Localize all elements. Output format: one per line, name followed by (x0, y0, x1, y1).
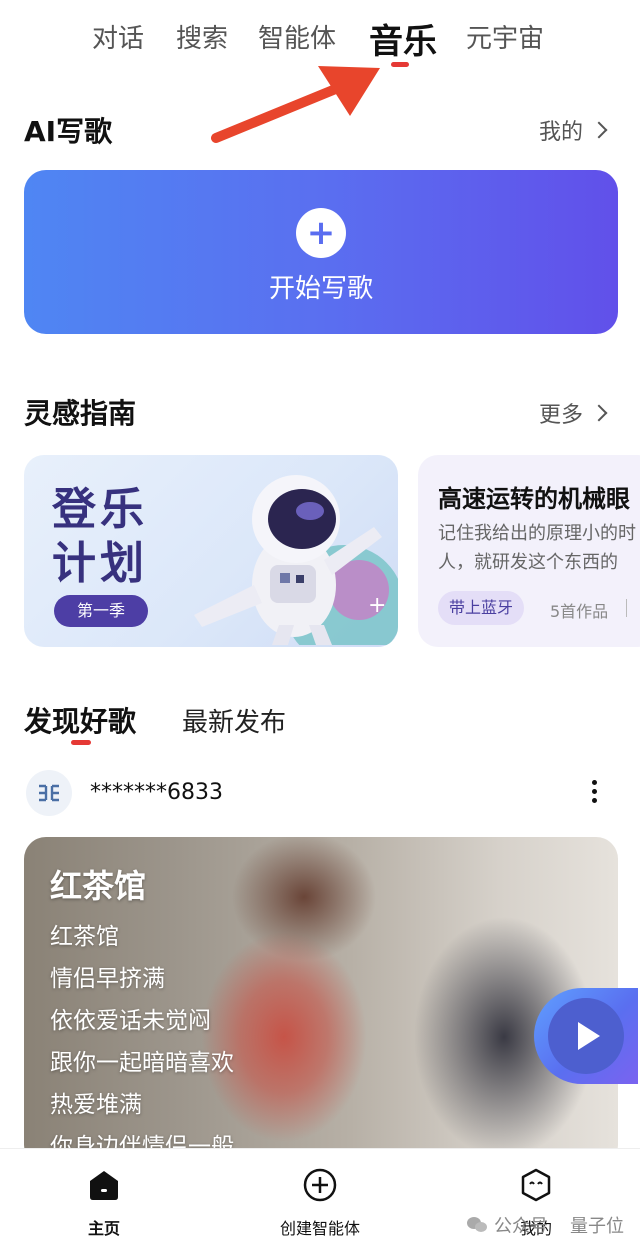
divider (626, 599, 627, 617)
song-title: 红茶馆 (50, 867, 147, 905)
astronaut-illustration (194, 475, 398, 645)
music-plan-title: 登乐 计划 (52, 484, 148, 589)
avatar[interactable] (26, 770, 72, 816)
tab-metaverse[interactable]: 元宇宙 (466, 18, 544, 55)
my-songs-link[interactable]: 我的 (539, 114, 608, 146)
card-tag: 带上蓝牙 (438, 591, 524, 625)
profile-icon (521, 1168, 551, 1202)
active-tab-indicator (391, 62, 409, 67)
discover-tab-indicator (71, 740, 91, 745)
plus-icon: + (296, 208, 346, 258)
watermark-text-left: 公众号 (494, 1216, 548, 1237)
tab-latest[interactable]: 最新发布 (182, 702, 286, 739)
my-songs-label: 我的 (539, 120, 584, 145)
song-card[interactable]: 红茶馆 红茶馆 情侣早挤满 依依爱话未觉闷 跟你一起暗暗喜欢 热爱堆满 你身边伴… (24, 837, 618, 1167)
nav-home-label: 主页 (87, 1219, 120, 1238)
more-inspiration-link[interactable]: 更多 (539, 397, 608, 429)
nav-home[interactable]: 主页 (72, 1167, 136, 1239)
lyric-line: 情侣早挤满 (50, 966, 165, 992)
works-count: 5首作品 (550, 602, 609, 621)
lyric-line: 热爱堆满 (50, 1092, 142, 1118)
tab-discover[interactable]: 发现好歌 (24, 700, 136, 740)
card-title: 高速运转的机械眼 (438, 485, 630, 513)
play-button[interactable] (534, 988, 638, 1084)
lyric-line: 红茶馆 (50, 924, 119, 950)
tab-search[interactable]: 搜索 (176, 18, 228, 55)
inspiration-title: 灵感指南 (24, 397, 137, 430)
wechat-icon (467, 1217, 487, 1232)
tab-chat[interactable]: 对话 (92, 18, 144, 55)
lyric-line: 跟你一起暗暗喜欢 (50, 1050, 234, 1076)
start-writing-label: 开始写歌 (268, 274, 373, 304)
plus-circle-icon (303, 1168, 337, 1202)
nav-create-agent-label: 创建智能体 (279, 1219, 360, 1238)
more-options-icon[interactable] (589, 780, 599, 808)
card-description: 记住我给出的原理小的时 人，就研发这个东西的 (438, 523, 636, 573)
play-icon (578, 1022, 600, 1050)
chevron-right-icon (590, 404, 608, 422)
username[interactable]: *******6833 (90, 780, 223, 805)
annotation-arrow-icon (211, 66, 380, 143)
start-writing-button[interactable]: + 开始写歌 (24, 170, 618, 334)
avatar-logo-icon (39, 784, 59, 802)
more-label: 更多 (539, 403, 584, 428)
home-icon (90, 1171, 118, 1200)
watermark: 公众号 量子位 (466, 1212, 624, 1238)
tab-agents[interactable]: 智能体 (258, 18, 336, 55)
ai-write-title: AI写歌 (24, 115, 113, 148)
inspiration-card-music-plan[interactable]: 登乐 计划 第一季 + (24, 455, 398, 647)
lyric-line: 依依爱话未觉闷 (50, 1008, 211, 1034)
chevron-right-icon (590, 121, 608, 139)
inspiration-card-machine-eye[interactable]: 高速运转的机械眼 记住我给出的原理小的时 人，就研发这个东西的 带上蓝牙 5首作… (418, 455, 640, 647)
nav-create-agent[interactable]: 创建智能体 (270, 1167, 370, 1239)
tab-music[interactable]: 音乐 (369, 14, 437, 63)
season-badge: 第一季 (54, 595, 148, 627)
watermark-text-right: 量子位 (570, 1216, 624, 1237)
plus-icon: + (368, 593, 387, 618)
